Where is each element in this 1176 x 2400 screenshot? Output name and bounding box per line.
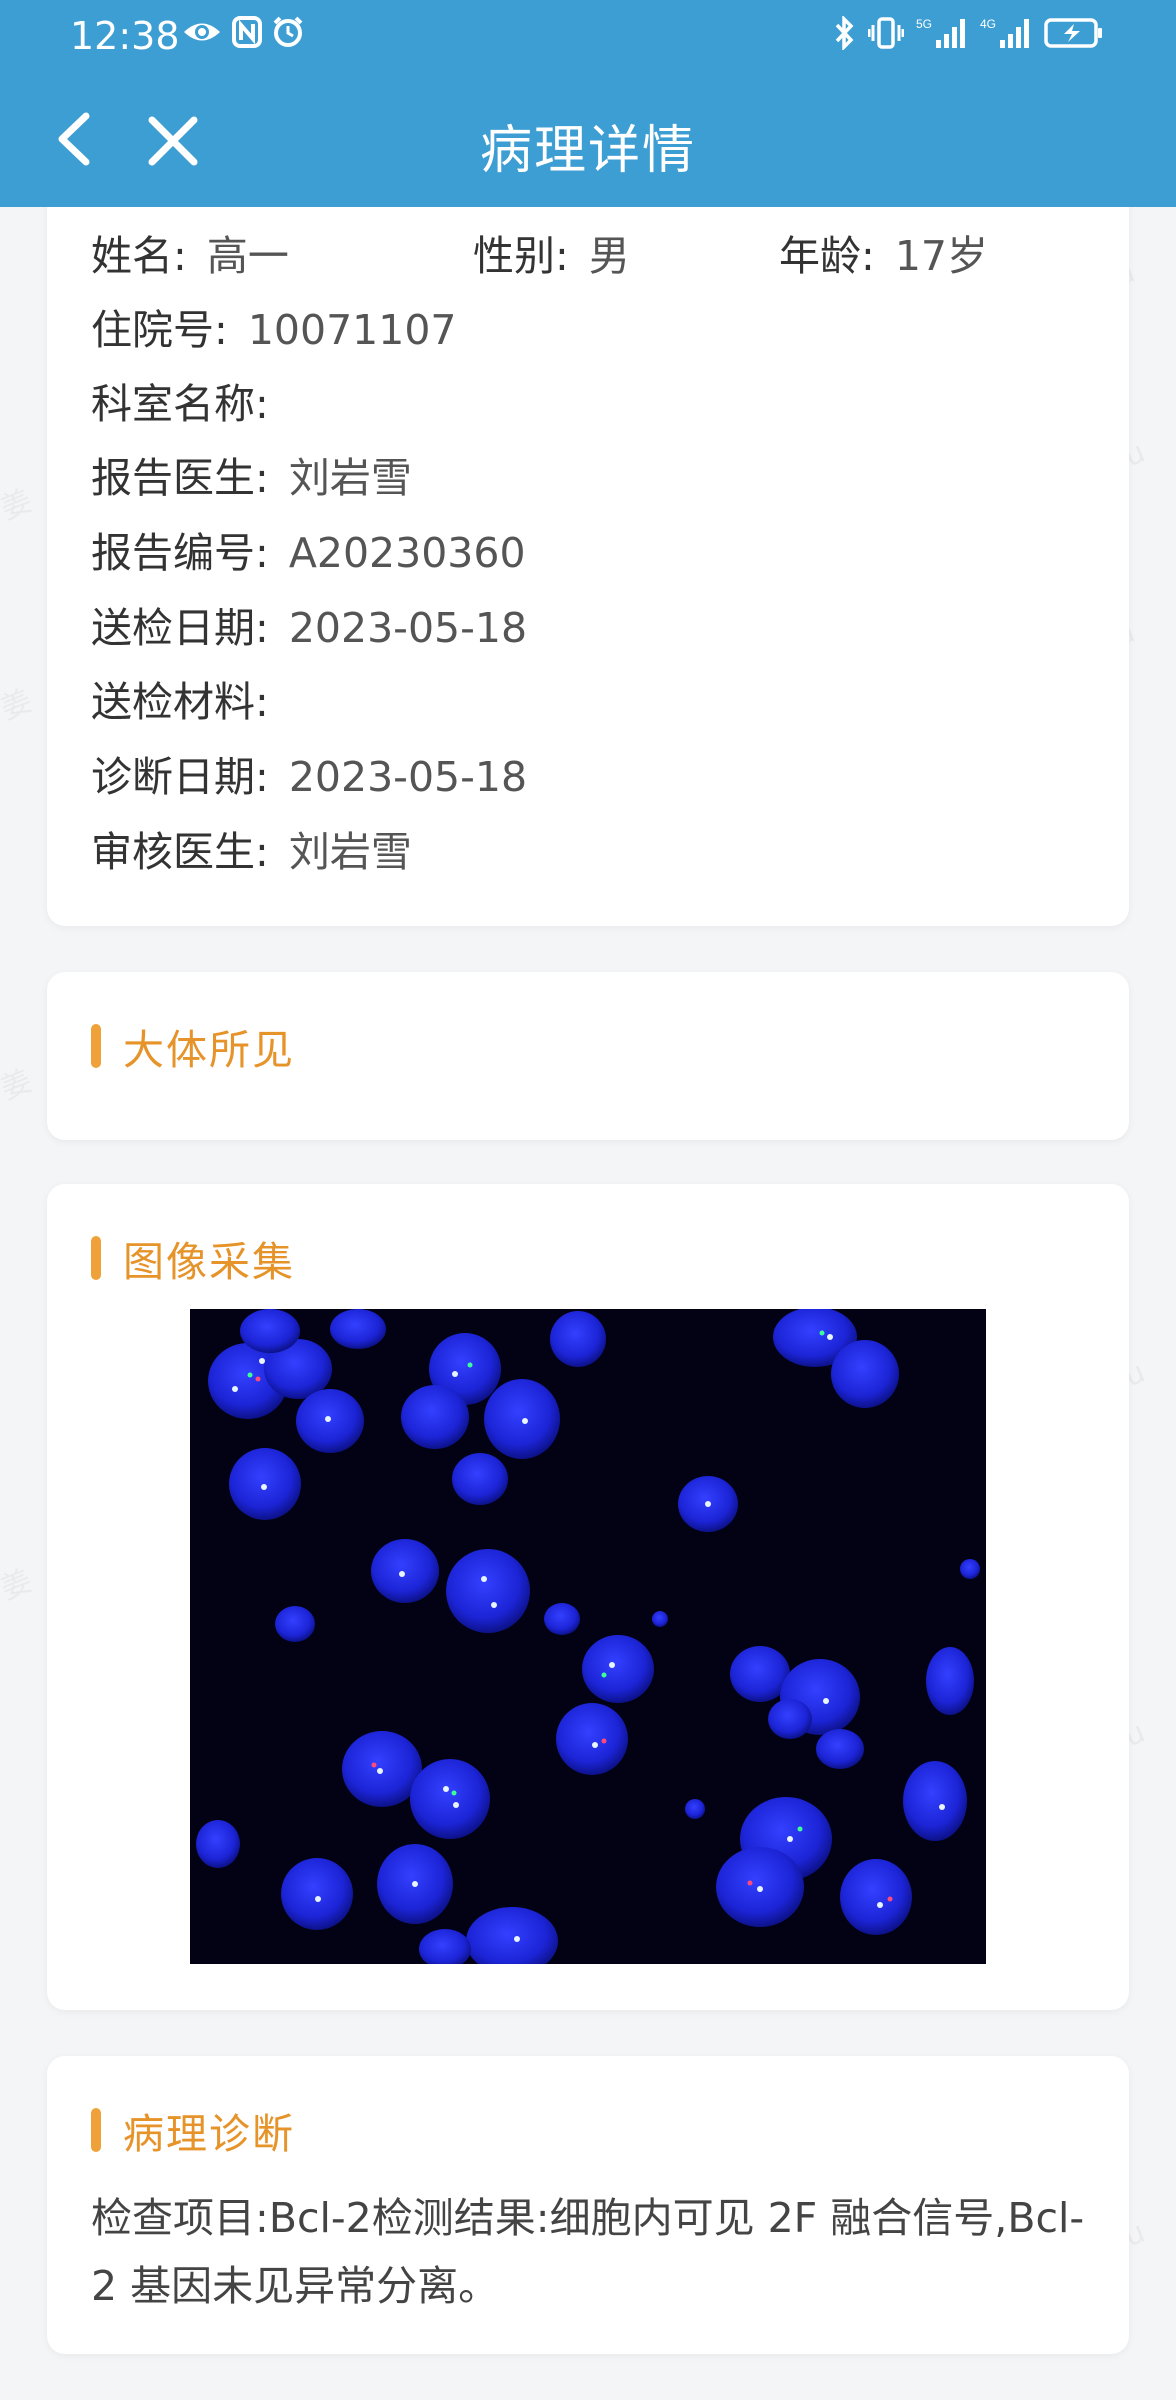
signal-4g-label: 4G bbox=[980, 17, 996, 31]
admission-no: 10071107 bbox=[247, 306, 457, 354]
battery-charging-icon bbox=[1044, 17, 1104, 53]
section-accent-bar bbox=[91, 2108, 101, 2152]
patient-age: 17岁 bbox=[894, 232, 988, 280]
image-acquisition-header: 图像采集 bbox=[91, 1228, 295, 1288]
patient-gender: 男 bbox=[588, 232, 630, 280]
patient-name-row: 姓名: 高一 bbox=[91, 222, 289, 282]
report-no-label: 报告编号: bbox=[91, 529, 269, 577]
diagnosis-date-row: 诊断日期: 2023-05-18 bbox=[91, 743, 527, 803]
pathology-diagnosis-header: 病理诊断 bbox=[91, 2100, 295, 2160]
section-accent-bar bbox=[91, 1236, 101, 1280]
fish-image-graphic bbox=[190, 1309, 986, 1964]
report-no-row: 报告编号: A20230360 bbox=[91, 519, 526, 579]
status-time: 12:38 bbox=[70, 14, 180, 58]
pathology-diagnosis-text: 检查项目:Bcl-2检测结果:细胞内可见 2F 融合信号,Bcl-2 基因未见异… bbox=[91, 2194, 1085, 2310]
review-doctor-row: 审核医生: 刘岩雪 bbox=[91, 818, 412, 878]
patient-age-row: 年龄: 17岁 bbox=[779, 222, 988, 282]
report-doctor-label: 报告医生: bbox=[91, 454, 269, 502]
signal-4g-icon: 4G bbox=[980, 16, 1032, 54]
submit-date: 2023-05-18 bbox=[288, 604, 528, 652]
pathology-diagnosis-card: 病理诊断 检查项目:Bcl-2检测结果:细胞内可见 2F 融合信号,Bcl-2 … bbox=[47, 2056, 1129, 2354]
patient-info-card: 姓名: 高一 性别: 男 年龄: 17岁 住院号: 10071107 科室名称: 报告医… bbox=[47, 190, 1129, 926]
diagnosis-date-label: 诊断日期: bbox=[91, 753, 269, 801]
alarm-icon bbox=[272, 16, 304, 52]
app-header: 12:38 5G 4G 病理详情 bbox=[0, 0, 1176, 207]
section-accent-bar bbox=[91, 1024, 101, 1068]
patient-gender-row: 性别: 男 bbox=[473, 222, 630, 282]
review-doctor-label: 审核医生: bbox=[91, 828, 269, 876]
nfc-icon bbox=[232, 16, 262, 52]
gross-findings-title: 大体所见 bbox=[123, 1026, 295, 1074]
image-acquisition-title: 图像采集 bbox=[123, 1238, 295, 1286]
diagnosis-date: 2023-05-18 bbox=[288, 753, 528, 801]
review-doctor: 刘岩雪 bbox=[288, 828, 412, 876]
gender-label: 性别: bbox=[473, 232, 569, 280]
submit-date-label: 送检日期: bbox=[91, 604, 269, 652]
department-row: 科室名称: bbox=[91, 370, 289, 430]
report-doctor-row: 报告医生: 刘岩雪 bbox=[91, 444, 412, 504]
admission-no-label: 住院号: bbox=[91, 306, 228, 354]
patient-name: 高一 bbox=[206, 232, 289, 280]
signal-5g-label: 5G bbox=[916, 17, 932, 31]
admission-no-row: 住院号: 10071107 bbox=[91, 296, 457, 356]
pathology-diagnosis-title: 病理诊断 bbox=[123, 2110, 295, 2158]
eye-icon bbox=[182, 17, 222, 51]
signal-5g-icon: 5G bbox=[916, 16, 968, 54]
report-doctor: 刘岩雪 bbox=[288, 454, 412, 502]
age-label: 年龄: bbox=[779, 232, 875, 280]
image-acquisition-card: 图像采集 bbox=[47, 1184, 1129, 2010]
department-label: 科室名称: bbox=[91, 380, 269, 428]
gross-findings-card: 大体所见 bbox=[47, 972, 1129, 1140]
name-label: 姓名: bbox=[91, 232, 187, 280]
bluetooth-icon bbox=[834, 14, 856, 54]
fish-microscopy-image[interactable] bbox=[190, 1309, 986, 1964]
report-no: A20230360 bbox=[288, 529, 526, 577]
material-row: 送检材料: bbox=[91, 668, 289, 728]
material-label: 送检材料: bbox=[91, 678, 269, 726]
page-title: 病理详情 bbox=[479, 121, 696, 181]
gross-findings-header: 大体所见 bbox=[91, 1016, 295, 1076]
vibrate-icon bbox=[867, 16, 905, 54]
submit-date-row: 送检日期: 2023-05-18 bbox=[91, 594, 527, 654]
